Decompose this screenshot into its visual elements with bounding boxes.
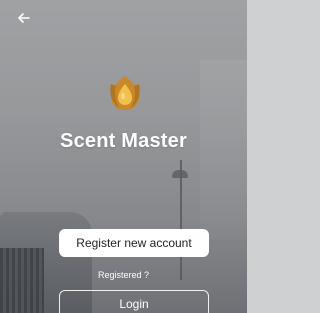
- registered-prompt: Registered ?: [97, 270, 150, 280]
- app-title: Scent Master: [60, 130, 187, 152]
- onboarding-screen: Scent Master Register new account Regist…: [0, 0, 247, 313]
- register-button[interactable]: Register new account: [59, 229, 209, 257]
- login-button[interactable]: Login: [59, 290, 209, 313]
- arrow-left-icon[interactable]: [14, 8, 34, 28]
- scent-drop-logo-icon: [107, 72, 143, 112]
- background-overlay: [0, 0, 247, 313]
